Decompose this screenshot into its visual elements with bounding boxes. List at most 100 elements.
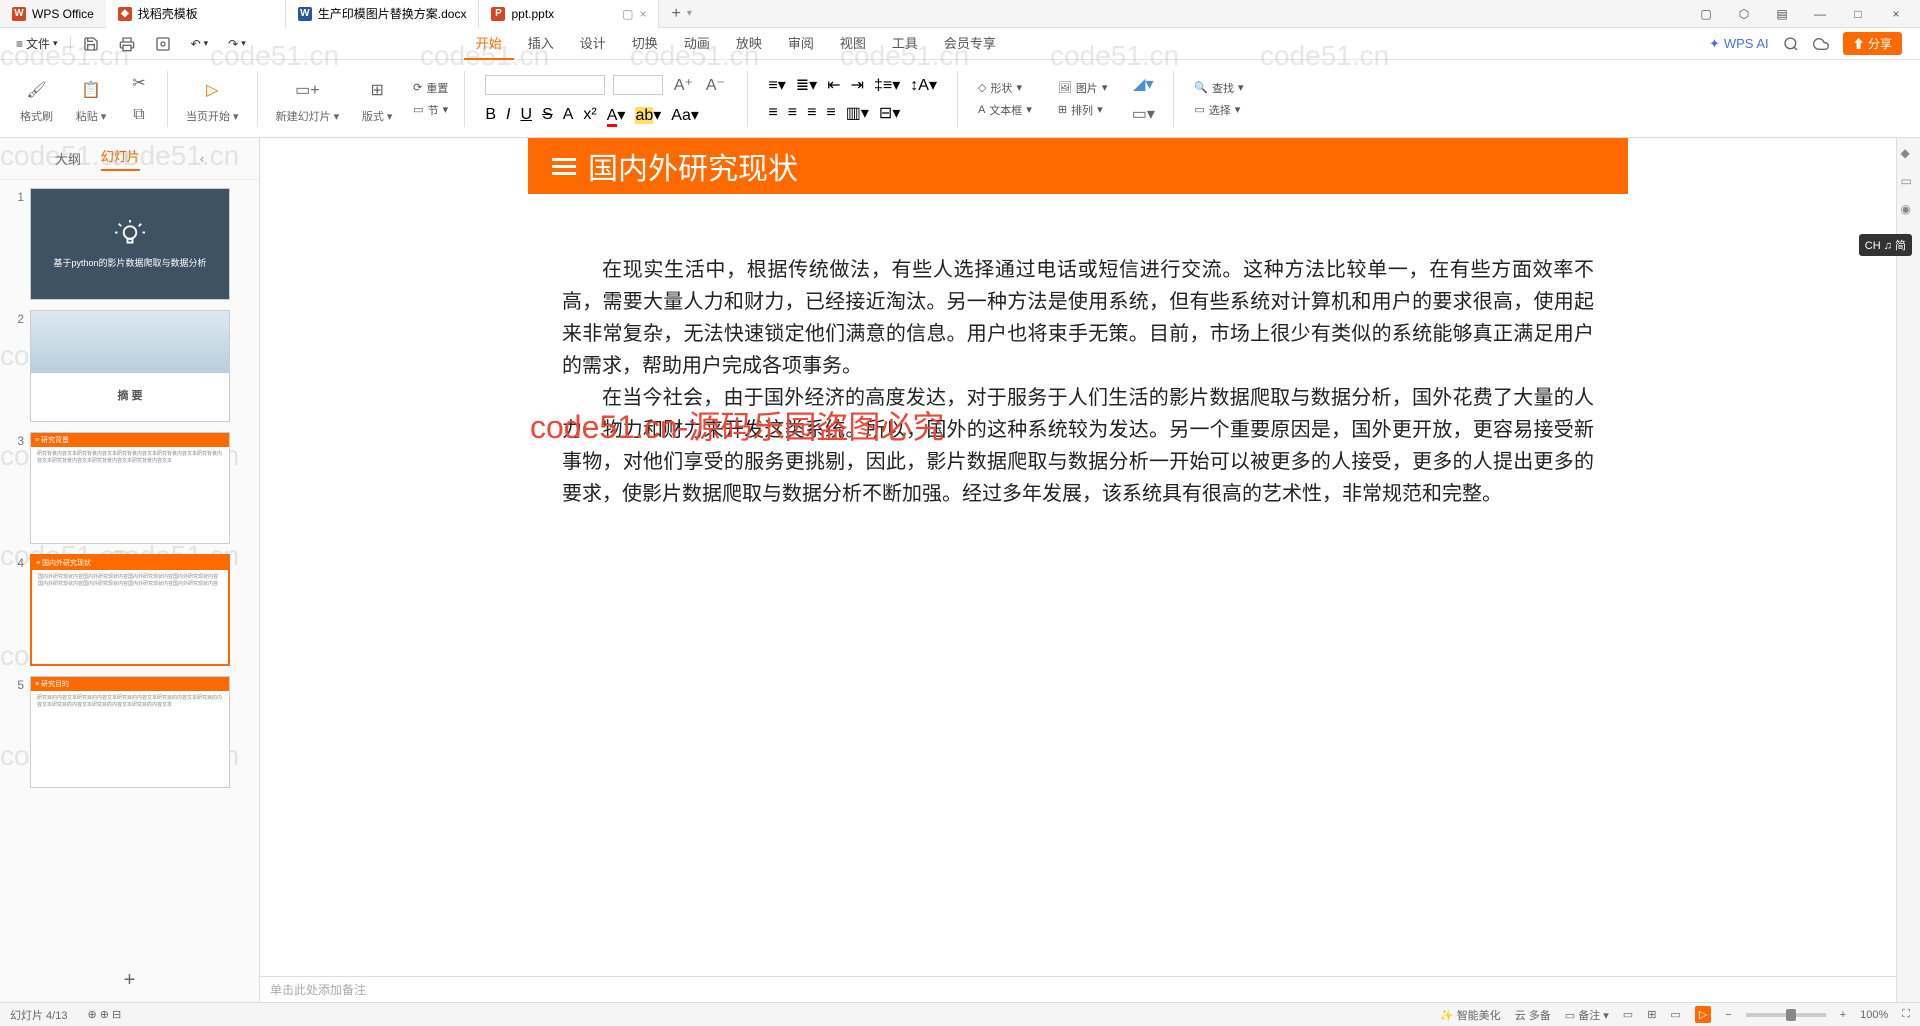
ribbon-tab-animation[interactable]: 动画 [672, 27, 722, 60]
ribbon-tab-design[interactable]: 设计 [568, 27, 618, 60]
align-center-icon[interactable]: ≡ [788, 104, 797, 122]
view-slideshow-icon[interactable]: ▷ [1695, 1006, 1711, 1023]
align-vertical-icon[interactable]: ⊟▾ [879, 103, 900, 123]
view-reading-icon[interactable]: ▭ [1670, 1008, 1680, 1021]
slide-thumb-1[interactable]: 基于python的影片数据爬取与数据分析 [30, 188, 230, 300]
app-tab[interactable]: W WPS Office [0, 0, 106, 28]
font-family-select[interactable] [485, 75, 605, 95]
maximize-icon[interactable]: □ [1840, 2, 1876, 26]
wps-ai-button[interactable]: ✦ WPS AI [1709, 36, 1769, 52]
print-icon[interactable] [111, 32, 143, 56]
text-direction-icon[interactable]: ↕A▾ [910, 75, 937, 95]
cube-icon[interactable]: ⬡ [1726, 2, 1762, 26]
slide-content[interactable]: 在现实生活中，根据传统做法，有些人选择通过电话或短信进行交流。这种方法比较单一，… [528, 194, 1628, 540]
underline-icon[interactable]: U [521, 106, 533, 124]
font-color-icon[interactable]: A▾ [607, 105, 626, 125]
arrange-button[interactable]: ⊞ 排列 ▾ [1058, 102, 1108, 118]
ribbon-tab-start[interactable]: 开始 [464, 27, 514, 60]
superscript-icon[interactable]: x² [583, 106, 596, 124]
italic-icon[interactable]: I [506, 106, 510, 124]
align-justify-icon[interactable]: ≡ [826, 104, 835, 122]
ribbon-tab-slideshow[interactable]: 放映 [724, 27, 774, 60]
ribbon-tab-transition[interactable]: 切换 [620, 27, 670, 60]
close-tab-icon[interactable]: × [639, 7, 646, 21]
redo-icon[interactable]: ↷ ▾ [220, 33, 254, 55]
file-menu[interactable]: ≡ 文件 ▾ [8, 31, 66, 56]
ribbon-tab-insert[interactable]: 插入 [516, 27, 566, 60]
share-button[interactable]: ⬆ 分享 [1843, 32, 1902, 55]
highlight-icon[interactable]: ab▾ [635, 105, 661, 125]
fit-icon[interactable]: ⛶ [1902, 1008, 1910, 1021]
outline-color-icon[interactable]: ▭▾ [1131, 102, 1155, 126]
section-button[interactable]: ▭ 节 ▾ [413, 102, 448, 118]
notes-button[interactable]: ▭ 备注 ▾ [1565, 1007, 1609, 1023]
print-preview-icon[interactable] [147, 32, 179, 56]
reset-button[interactable]: ⟳ 重置 [413, 80, 448, 96]
new-slide-button[interactable]: ▭+ 新建幻灯片 ▾ [268, 70, 348, 128]
doc-tab-word[interactable]: W 生产印模图片替换方案.docx [286, 0, 480, 28]
window-mode-icon[interactable]: ▢ [1688, 2, 1724, 26]
clear-format-icon[interactable]: A [563, 106, 574, 124]
increase-indent-icon[interactable]: ⇥ [851, 75, 864, 95]
sidebar-icon[interactable]: ▭ [1901, 174, 1917, 190]
font-size-select[interactable] [613, 75, 663, 95]
bullet-list-icon[interactable]: ≡▾ [768, 75, 785, 95]
minimize-icon[interactable]: — [1802, 2, 1838, 26]
collapse-panel-icon[interactable]: ‹ [200, 151, 204, 166]
fill-color-icon[interactable]: ◢▾ [1131, 72, 1155, 96]
align-right-icon[interactable]: ≡ [807, 104, 816, 122]
decrease-indent-icon[interactable]: ⇤ [827, 75, 840, 95]
ribbon-tab-tools[interactable]: 工具 [880, 27, 930, 60]
new-tab-button[interactable]: + ▾ [659, 0, 703, 28]
sidebar-icon[interactable]: ◉ [1901, 202, 1917, 218]
number-list-icon[interactable]: ≣▾ [796, 75, 817, 95]
start-from-current-button[interactable]: ▷ 当页开始 ▾ [178, 70, 247, 128]
current-slide[interactable]: 国内外研究现状 在现实生活中，根据传统做法，有些人选择通过电话或短信进行交流。这… [528, 138, 1628, 540]
change-case-icon[interactable]: Aa▾ [671, 105, 699, 125]
paste-button[interactable]: 📋 粘贴 ▾ [67, 70, 115, 128]
bold-icon[interactable]: B [485, 106, 496, 124]
close-icon[interactable]: × [1878, 2, 1914, 26]
shape-button[interactable]: ◇ 形状 ▾ [978, 80, 1032, 96]
textbox-button[interactable]: A 文本框 ▾ [978, 102, 1032, 118]
zoom-in-icon[interactable]: + [1840, 1009, 1846, 1021]
strike-icon[interactable]: S [542, 106, 553, 124]
zoom-slider[interactable] [1746, 1013, 1826, 1017]
picture-button[interactable]: 🖼 图片 ▾ [1058, 80, 1108, 96]
cut-icon[interactable]: ✂ [127, 71, 151, 95]
slide-thumb-3[interactable]: ≡ 研究背景 研究背景内容文本研究背景内容文本研究背景内容文本研究背景内容文本研… [30, 432, 230, 544]
search-icon[interactable] [1783, 36, 1799, 52]
ime-indicator[interactable]: CH ♫ 简 [1859, 234, 1912, 256]
ribbon-tab-view[interactable]: 视图 [828, 27, 878, 60]
window-mode-icon[interactable]: ▢ [622, 7, 633, 21]
smart-beautify-button[interactable]: ✨ 智能美化 [1440, 1007, 1501, 1023]
view-sorter-icon[interactable]: ⊞ [1647, 1008, 1656, 1021]
copy-icon[interactable]: ⧉ [127, 103, 151, 127]
slides-tab[interactable]: 幻灯片 [101, 146, 140, 171]
format-brush-button[interactable]: 🖌 格式刷 [12, 70, 61, 128]
zoom-level[interactable]: 100% [1860, 1009, 1888, 1021]
slide-thumb-2[interactable]: 摘 要 [30, 310, 230, 422]
add-slide-button[interactable]: + [0, 959, 259, 1002]
slide-thumb-5[interactable]: ≡ 研究目的 研究目的内容文本研究目的内容文本研究目的内容文本研究目的内容文本研… [30, 676, 230, 788]
doc-tab-ppt[interactable]: P ppt.pptx ▢ × [479, 0, 659, 28]
slide-thumb-4[interactable]: ≡ 国内外研究现状 国内外研究现状内容国内外研究现状内容国内外研究现状内容国内外… [30, 554, 230, 666]
increase-font-icon[interactable]: A⁺ [671, 73, 695, 97]
columns-icon[interactable]: ▥▾ [846, 103, 869, 123]
notes-pane[interactable]: 单击此处添加备注 [260, 976, 1896, 1002]
template-button[interactable]: 云 多备 [1515, 1007, 1551, 1023]
menu-icon[interactable]: ▤ [1764, 2, 1800, 26]
doc-tab-template[interactable]: ◆ 找稻壳模板 [106, 0, 286, 28]
select-button[interactable]: ▭ 选择 ▾ [1194, 102, 1243, 118]
ribbon-tab-review[interactable]: 审阅 [776, 27, 826, 60]
layout-button[interactable]: ⊞ 版式 ▾ [353, 70, 401, 128]
align-left-icon[interactable]: ≡ [768, 104, 777, 122]
zoom-out-icon[interactable]: − [1725, 1009, 1731, 1021]
ribbon-tab-vip[interactable]: 会员专享 [932, 27, 1008, 60]
view-normal-icon[interactable]: ▭ [1623, 1008, 1633, 1021]
find-button[interactable]: 🔍 查找 ▾ [1194, 80, 1243, 96]
undo-icon[interactable]: ↶ ▾ [183, 33, 217, 55]
decrease-font-icon[interactable]: A⁻ [703, 73, 727, 97]
line-spacing-icon[interactable]: ‡≡▾ [874, 75, 900, 95]
sidebar-icon[interactable]: ◆ [1901, 146, 1917, 162]
